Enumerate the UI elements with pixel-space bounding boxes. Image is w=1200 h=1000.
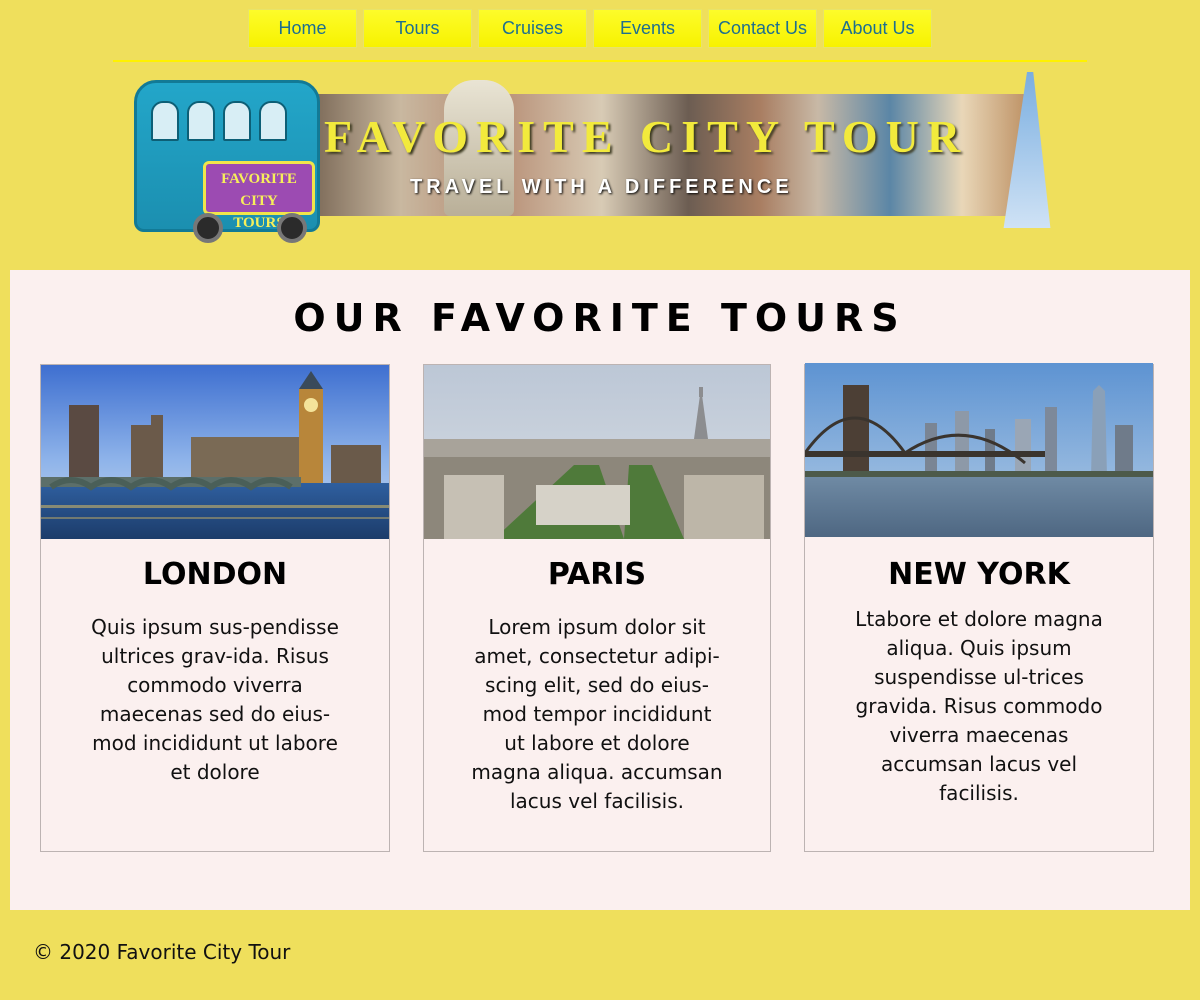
london-image bbox=[41, 365, 389, 539]
main-nav: Home Tours Cruises Events Contact Us Abo… bbox=[248, 9, 932, 48]
card-title: PARIS bbox=[547, 557, 647, 592]
paris-skyline-graphic bbox=[424, 365, 770, 539]
bus-window bbox=[151, 101, 179, 141]
nav-tours[interactable]: Tours bbox=[363, 9, 472, 48]
nav-events[interactable]: Events bbox=[593, 9, 702, 48]
nav-contact-us[interactable]: Contact Us bbox=[708, 9, 817, 48]
footer-copyright: © 2020 Favorite City Tour bbox=[33, 940, 291, 964]
nav-divider bbox=[113, 60, 1087, 62]
bus-window bbox=[223, 101, 251, 141]
banner-subtitle: TRAVEL WITH A DIFFERENCE bbox=[410, 176, 793, 198]
card-description: Ltabore et dolore magna aliqua. Quis ips… bbox=[855, 607, 1103, 805]
tour-card-paris[interactable]: PARIS Lorem ipsum dolor sit amet, consec… bbox=[423, 364, 771, 852]
bus-window bbox=[187, 101, 215, 141]
bus-wheel bbox=[277, 213, 307, 243]
london-skyline-graphic bbox=[41, 365, 389, 539]
bus-wheel bbox=[193, 213, 223, 243]
card-title: LONDON bbox=[142, 557, 288, 592]
card-title: NEW YORK bbox=[888, 557, 1070, 592]
bus-logo: FAVORITE CITY TOURS bbox=[203, 161, 315, 231]
paris-image bbox=[424, 365, 770, 539]
nav-home[interactable]: Home bbox=[248, 9, 357, 48]
bus-logo-line1: FAVORITE CITY bbox=[221, 171, 297, 209]
bus-window bbox=[259, 101, 287, 141]
nav-cruises[interactable]: Cruises bbox=[478, 9, 587, 48]
new-york-image bbox=[805, 363, 1153, 537]
new-york-skyline-graphic bbox=[805, 363, 1153, 537]
nav-about-us[interactable]: About Us bbox=[823, 9, 932, 48]
section-title: OUR FAVORITE TOURS bbox=[293, 296, 907, 340]
header-banner: FAVORITE CITY TOURS FAVORITE CITY TOUR T… bbox=[134, 72, 1066, 243]
card-description: Lorem ipsum dolor sit amet, consectetur … bbox=[471, 615, 723, 813]
banner-title: FAVORITE CITY TOUR bbox=[324, 111, 969, 162]
trolley-bus-image: FAVORITE CITY TOURS bbox=[134, 80, 320, 243]
tour-card-london[interactable]: LONDON Quis ipsum sus-pendisse ultrices … bbox=[40, 364, 390, 852]
tour-card-new-york[interactable]: NEW YORK Ltabore et dolore magna aliqua.… bbox=[804, 363, 1154, 852]
card-description: Quis ipsum sus-pendisse ultrices grav-id… bbox=[91, 615, 339, 784]
tours-panel: OUR FAVORITE TOURS LONDON Quis ipsum sus… bbox=[10, 270, 1190, 910]
